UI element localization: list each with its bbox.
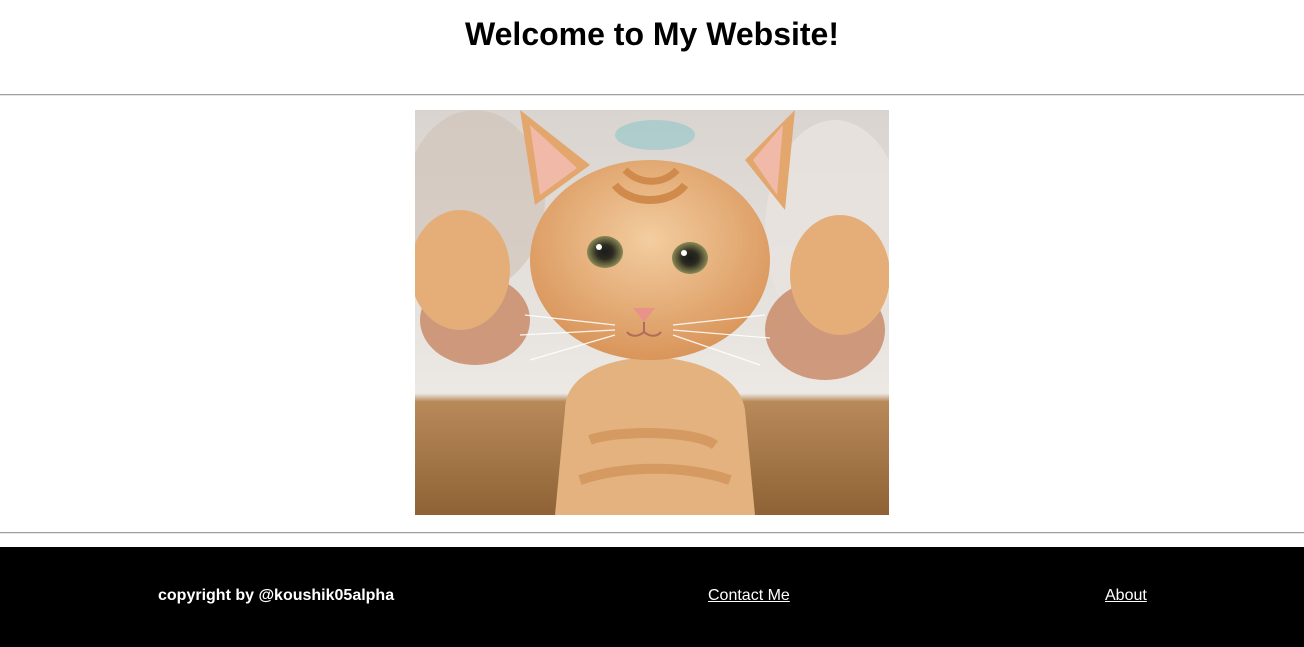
bottom-divider: [0, 532, 1304, 534]
contact-me-link[interactable]: Contact Me: [708, 587, 790, 605]
about-link[interactable]: About: [1105, 587, 1147, 605]
site-footer: copyright by @koushik05alpha Contact Me …: [0, 547, 1304, 647]
kitten-image: [415, 110, 889, 515]
copyright-text: copyright by @koushik05alpha: [158, 587, 395, 604]
page-title: Welcome to My Website!: [465, 15, 839, 52]
main-content: [0, 96, 1304, 532]
site-header: Welcome to My Website!: [0, 0, 1304, 94]
